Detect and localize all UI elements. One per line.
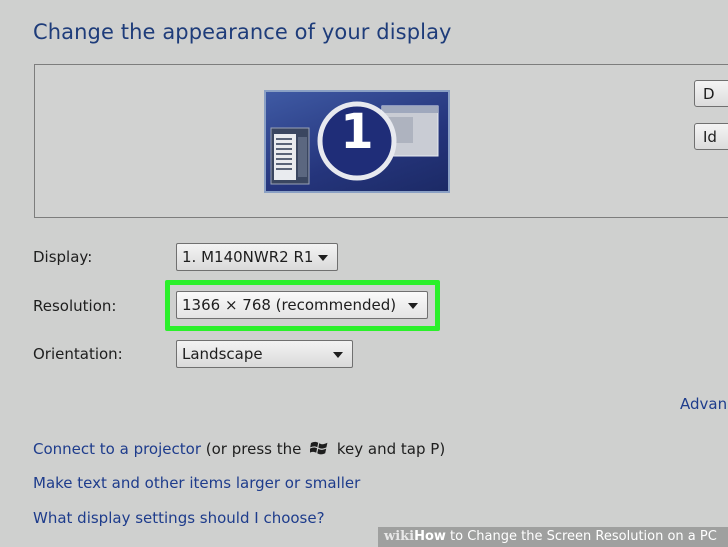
identify-button-label: Id: [703, 128, 717, 146]
monitor-thumbnail[interactable]: 1: [264, 90, 450, 193]
orientation-select[interactable]: Landscape: [176, 340, 353, 368]
watermark-brand: wiki: [384, 529, 415, 544]
text-size-link[interactable]: Make text and other items larger or smal…: [33, 474, 360, 492]
resolution-select-value: 1366 × 768 (recommended): [182, 296, 397, 314]
watermark-how: How: [414, 529, 446, 544]
display-label: Display:: [33, 248, 93, 266]
display-settings-help-link[interactable]: What display settings should I choose?: [33, 509, 325, 527]
display-select[interactable]: 1. M140NWR2 R1: [176, 243, 338, 271]
advanced-settings-link[interactable]: Advan: [680, 395, 727, 413]
chevron-down-icon: [318, 255, 328, 261]
projector-line: Connect to a projector (or press the key…: [33, 440, 445, 458]
windows-logo-icon: [310, 441, 328, 455]
page-title: Change the appearance of your display: [33, 20, 452, 44]
orientation-label: Orientation:: [33, 345, 123, 363]
detect-button[interactable]: D: [694, 80, 728, 107]
resolution-label: Resolution:: [33, 297, 117, 315]
chevron-down-icon: [333, 352, 343, 358]
resolution-select[interactable]: 1366 × 768 (recommended): [176, 291, 428, 319]
orientation-select-value: Landscape: [182, 345, 263, 363]
watermark-text: to Change the Screen Resolution on a PC: [445, 529, 717, 544]
projector-hint-after: key and tap P): [336, 440, 446, 458]
projector-hint-before: (or press the: [205, 440, 302, 458]
monitor-number: 1: [340, 104, 374, 160]
connect-projector-link[interactable]: Connect to a projector: [33, 440, 201, 458]
chevron-down-icon: [408, 303, 418, 309]
detect-button-label: D: [703, 85, 715, 103]
identify-button[interactable]: Id: [694, 123, 728, 150]
watermark-bar: wikiHow to Change the Screen Resolution …: [378, 527, 728, 547]
display-select-value: 1. M140NWR2 R1: [182, 248, 314, 266]
